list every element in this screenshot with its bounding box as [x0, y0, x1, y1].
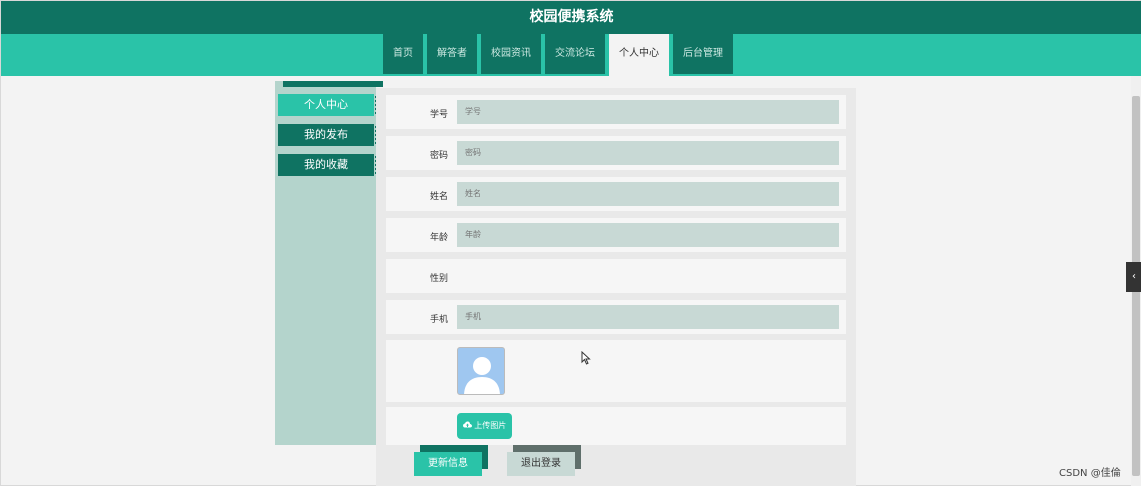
upload-image-label: 上传图片	[474, 421, 507, 430]
avatar-row	[386, 340, 846, 402]
name-label: 姓名	[429, 192, 448, 202]
tab-personal-center[interactable]: 个人中心	[609, 34, 669, 76]
tab-admin[interactable]: 后台管理	[673, 34, 733, 74]
sidebar-item-my-favorites[interactable]: 我的收藏	[278, 154, 377, 176]
update-info-button[interactable]: 更新信息	[414, 452, 482, 476]
phone-input[interactable]	[457, 305, 839, 329]
password-label: 密码	[429, 151, 448, 161]
sidebar-item-label: 我的收藏	[304, 158, 348, 171]
upload-image-button[interactable]: 上传图片	[457, 413, 512, 439]
app-title: 校园便携系统	[1, 1, 1141, 34]
tab-answerers[interactable]: 解答者	[427, 34, 477, 74]
age-label: 年龄	[429, 233, 448, 243]
tab-home[interactable]: 首页	[383, 34, 423, 74]
sidebar-item-label: 个人中心	[304, 98, 348, 111]
upload-row: 上传图片	[386, 407, 846, 445]
default-avatar-icon[interactable]	[457, 347, 505, 395]
sidebar-item-label: 我的发布	[304, 128, 348, 141]
age-input[interactable]	[457, 223, 839, 247]
gender-label: 性别	[429, 274, 448, 284]
student-id-label: 学号	[429, 110, 448, 120]
tab-forum[interactable]: 交流论坛	[545, 34, 605, 74]
form-row-student-id: 学号	[386, 95, 846, 129]
sidebar: 个人中心 我的发布 我的收藏	[275, 81, 383, 445]
sidebar-item-my-posts[interactable]: 我的发布	[278, 124, 377, 146]
name-input[interactable]	[457, 182, 839, 206]
mouse-cursor-icon	[581, 350, 591, 369]
cloud-upload-icon	[462, 421, 475, 430]
form-row-password: 密码	[386, 136, 846, 170]
tab-campus-news[interactable]: 校园资讯	[481, 34, 541, 74]
sidebar-item-personal-center[interactable]: 个人中心	[278, 94, 377, 116]
form-row-phone: 手机	[386, 300, 846, 334]
logout-button[interactable]: 退出登录	[507, 452, 575, 476]
watermark: CSDN @佳倫	[1059, 468, 1121, 479]
profile-form: 学号 密码 姓名 年龄 性别 手机	[376, 88, 856, 486]
top-nav: 首页 解答者 校园资讯 交流论坛 个人中心 后台管理	[1, 34, 1141, 76]
student-id-input[interactable]	[457, 100, 839, 124]
sidebar-top-bar	[283, 81, 383, 87]
phone-label: 手机	[429, 315, 448, 325]
form-row-gender: 性别	[386, 259, 846, 293]
form-row-age: 年龄	[386, 218, 846, 252]
chevron-left-icon[interactable]: ‹	[1126, 262, 1141, 292]
password-input[interactable]	[457, 141, 839, 165]
form-row-name: 姓名	[386, 177, 846, 211]
